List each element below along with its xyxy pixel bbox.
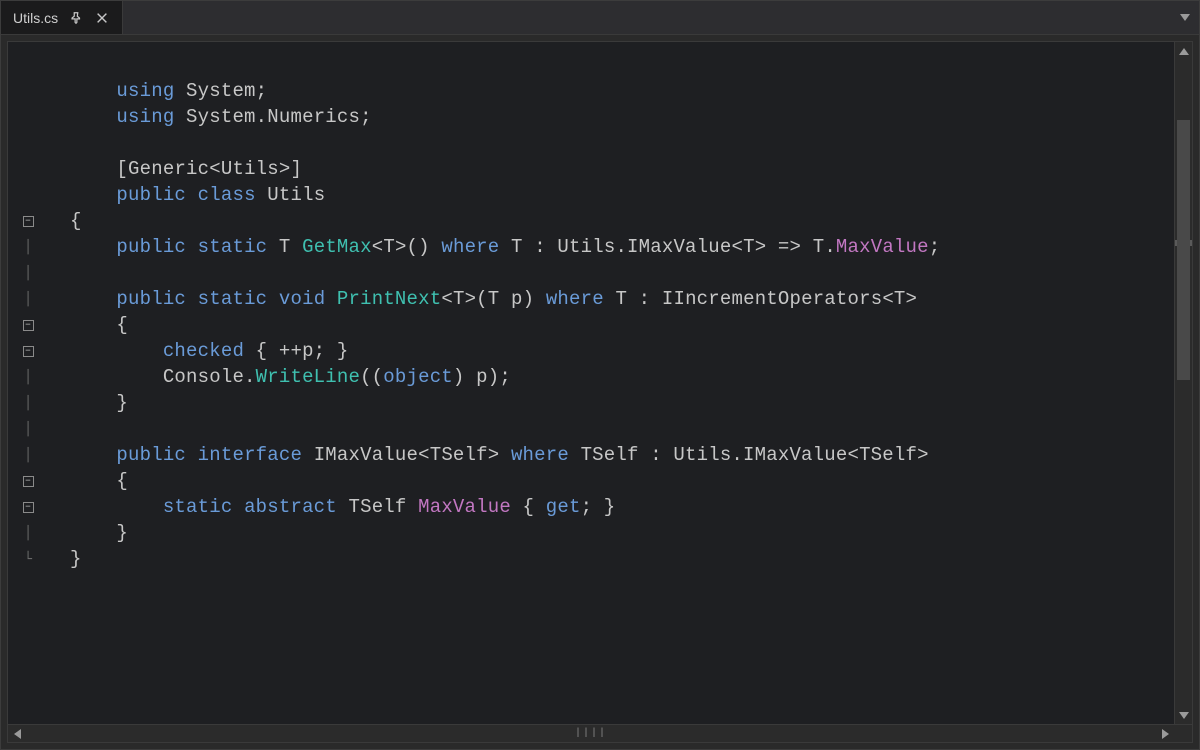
vscroll-track[interactable]: [1175, 60, 1192, 706]
fold-guide-icon: │: [24, 240, 32, 255]
hscroll-track[interactable]: ||||: [26, 725, 1156, 742]
gutter-row[interactable]: [8, 130, 48, 156]
code-line[interactable]: {: [70, 312, 1174, 338]
code-line[interactable]: {: [70, 468, 1174, 494]
scroll-left-arrow[interactable]: [8, 725, 26, 742]
fold-toggle-icon[interactable]: −: [23, 320, 34, 331]
code-line[interactable]: public static T GetMax<T>() where T : Ut…: [70, 234, 1174, 260]
folding-gutter[interactable]: − │ │ │ − − │ │ │ │ − − │ └: [8, 42, 48, 724]
code-line[interactable]: [70, 260, 1174, 286]
gutter-row[interactable]: [8, 104, 48, 130]
code-line[interactable]: public class Utils: [70, 182, 1174, 208]
horizontal-scrollbar[interactable]: ||||: [8, 724, 1192, 742]
editor-area: − │ │ │ − − │ │ │ │ − − │ └ using System; using Syste…: [7, 41, 1193, 743]
gutter-row[interactable]: │: [8, 364, 48, 390]
gutter-row[interactable]: −: [8, 208, 48, 234]
code-line[interactable]: public static void PrintNext<T>(T p) whe…: [70, 286, 1174, 312]
gutter-row[interactable]: −: [8, 338, 48, 364]
gutter-row[interactable]: │: [8, 234, 48, 260]
code-line[interactable]: }: [70, 546, 1174, 572]
fold-end-icon: └: [24, 552, 32, 567]
editor-window: Utils.cs − │ │ │ − − │ │ │ │ − − │ └ using System;: [0, 0, 1200, 750]
code-line[interactable]: [70, 130, 1174, 156]
code-line[interactable]: checked { ++p; }: [70, 338, 1174, 364]
fold-toggle-icon[interactable]: −: [23, 502, 34, 513]
hscroll-grip-icon: ||||: [575, 728, 607, 739]
tab-bar: Utils.cs: [1, 1, 1199, 35]
gutter-row[interactable]: −: [8, 312, 48, 338]
gutter-row[interactable]: │: [8, 286, 48, 312]
fold-toggle-icon[interactable]: −: [23, 216, 34, 227]
code-line[interactable]: }: [70, 390, 1174, 416]
gutter-row[interactable]: │: [8, 416, 48, 442]
gutter-row[interactable]: [8, 78, 48, 104]
close-icon[interactable]: [94, 10, 110, 26]
tab-overflow-button[interactable]: [1171, 1, 1199, 34]
gutter-row[interactable]: [8, 156, 48, 182]
code-line[interactable]: public interface IMaxValue<TSelf> where …: [70, 442, 1174, 468]
code-line[interactable]: [Generic<Utils>]: [70, 156, 1174, 182]
chevron-down-icon: [1177, 10, 1193, 26]
gutter-row[interactable]: │: [8, 260, 48, 286]
fold-guide-icon: │: [24, 526, 32, 541]
tab-filename: Utils.cs: [13, 10, 58, 26]
fold-guide-icon: │: [24, 292, 32, 307]
gutter-row[interactable]: −: [8, 468, 48, 494]
fold-guide-icon: │: [24, 370, 32, 385]
fold-guide-icon: │: [24, 396, 32, 411]
scroll-right-arrow[interactable]: [1156, 725, 1174, 742]
file-tab[interactable]: Utils.cs: [1, 1, 123, 34]
code-line[interactable]: using System.Numerics;: [70, 104, 1174, 130]
gutter-row[interactable]: │: [8, 442, 48, 468]
vscroll-thumb[interactable]: [1177, 120, 1190, 380]
gutter-row[interactable]: │: [8, 390, 48, 416]
code-line[interactable]: using System;: [70, 78, 1174, 104]
code-line[interactable]: }: [70, 520, 1174, 546]
code-line[interactable]: [70, 416, 1174, 442]
scrollbar-corner: [1174, 725, 1192, 742]
fold-toggle-icon[interactable]: −: [23, 476, 34, 487]
scroll-down-arrow[interactable]: [1175, 706, 1192, 724]
vertical-scrollbar[interactable]: [1174, 42, 1192, 724]
code-line[interactable]: {: [70, 208, 1174, 234]
gutter-row[interactable]: [8, 182, 48, 208]
fold-toggle-icon[interactable]: −: [23, 346, 34, 357]
fold-guide-icon: │: [24, 448, 32, 463]
gutter-row[interactable]: └: [8, 546, 48, 572]
fold-guide-icon: │: [24, 266, 32, 281]
editor-body: − │ │ │ − − │ │ │ │ − − │ └ using System; using Syste…: [8, 42, 1192, 724]
fold-guide-icon: │: [24, 422, 32, 437]
scroll-up-arrow[interactable]: [1175, 42, 1192, 60]
tabbar-spacer: [123, 1, 1171, 34]
code-line[interactable]: static abstract TSelf MaxValue { get; }: [70, 494, 1174, 520]
pin-icon[interactable]: [68, 10, 84, 26]
gutter-row[interactable]: −: [8, 494, 48, 520]
code-editor[interactable]: using System; using System.Numerics; [Ge…: [48, 42, 1174, 724]
code-line[interactable]: Console.WriteLine((object) p);: [70, 364, 1174, 390]
gutter-row[interactable]: │: [8, 520, 48, 546]
